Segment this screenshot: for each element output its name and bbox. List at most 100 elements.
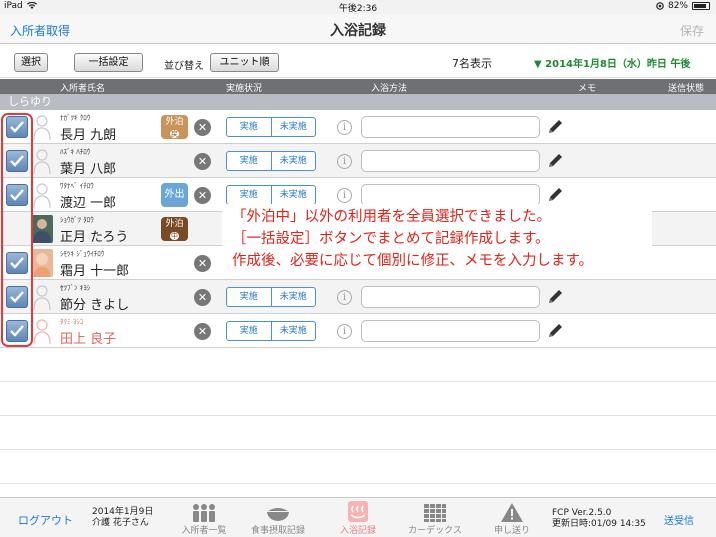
not-done-option[interactable]: 未実施 bbox=[270, 152, 316, 170]
column-memo: メモ bbox=[578, 84, 597, 94]
memo-input[interactable] bbox=[361, 116, 540, 138]
warning-icon bbox=[501, 503, 523, 522]
badge-label: 外泊 bbox=[165, 117, 184, 127]
not-done-option[interactable]: 未実施 bbox=[270, 322, 316, 340]
not-done-option[interactable]: 未実施 bbox=[270, 186, 316, 204]
column-status: 実施状況 bbox=[226, 84, 263, 94]
resident-list: ﾅｶﾞﾂｷ ｸﾛｳ 長月 九朗 外泊戻 ✕ 実施 未実施 i ﾊｽﾞｷ ﾊﾁﾛｳ … bbox=[0, 110, 716, 518]
clear-icon[interactable]: ✕ bbox=[194, 187, 211, 204]
resident-kana: ｼｮｳｶﾞﾂ ﾀﾛｳ bbox=[60, 216, 94, 224]
empty-row bbox=[0, 450, 716, 484]
save-button[interactable]: 保存 bbox=[680, 22, 704, 39]
tab-resident-list[interactable]: 入所者一覧 bbox=[172, 501, 236, 536]
pencil-icon[interactable] bbox=[546, 118, 564, 136]
clear-icon[interactable]: ✕ bbox=[194, 255, 211, 272]
bulk-setting-button[interactable]: 一括設定 bbox=[74, 53, 143, 72]
tab-handover[interactable]: 申し送り bbox=[480, 501, 544, 536]
memo-input[interactable] bbox=[361, 286, 540, 308]
done-option[interactable]: 実施 bbox=[227, 152, 271, 170]
info-icon[interactable]: i bbox=[337, 188, 352, 203]
battery-icon bbox=[692, 2, 710, 10]
people-icon bbox=[193, 504, 215, 522]
status-badge: 外泊中 bbox=[161, 217, 188, 241]
table-row: ﾊｽﾞｷ ﾊﾁﾛｳ 葉月 八郎 ✕ 実施 未実施 i bbox=[0, 144, 716, 178]
memo-input[interactable] bbox=[361, 150, 540, 172]
info-icon[interactable]: i bbox=[337, 120, 352, 135]
bottom-tab-bar: ログアウト 2014年1月9日 介護 花子さん 入所者一覧 食事摂取記録 入浴記… bbox=[0, 497, 716, 537]
memo-input[interactable] bbox=[361, 184, 540, 206]
resident-kana: ﾅｶﾞﾂｷ ｸﾛｳ bbox=[60, 114, 91, 122]
info-icon[interactable]: i bbox=[337, 290, 352, 305]
column-method: 入浴方法 bbox=[371, 84, 408, 94]
status-segment[interactable]: 実施未実施 bbox=[226, 287, 316, 307]
pencil-icon[interactable] bbox=[546, 152, 564, 170]
avatar-placeholder-icon bbox=[33, 285, 51, 311]
group-header: しらゆり bbox=[0, 94, 716, 110]
table-row: ﾅｶﾞﾂｷ ｸﾛｳ 長月 九朗 外泊戻 ✕ 実施 未実施 i bbox=[0, 110, 716, 144]
version-info: FCP Ver.2.5.0 更新日時:01/09 14:35 bbox=[552, 508, 646, 530]
tab-label: 食事摂取記録 bbox=[250, 526, 305, 536]
status-segment[interactable]: 実施未実施 bbox=[226, 185, 316, 205]
sync-button[interactable]: 送受信 bbox=[664, 512, 694, 527]
pencil-icon[interactable] bbox=[546, 322, 564, 340]
status-segment[interactable]: 実施未実施 bbox=[226, 151, 316, 171]
unit-order-button[interactable]: ユニット順 bbox=[210, 53, 279, 72]
status-badge: 外出 bbox=[161, 183, 188, 207]
avatar-placeholder-icon bbox=[33, 149, 51, 175]
column-header: 入所者氏名 実施状況 入浴方法 メモ 送信状態 bbox=[0, 79, 716, 94]
done-option[interactable]: 実施 bbox=[227, 288, 271, 306]
avatar-placeholder-icon bbox=[33, 183, 51, 209]
display-count: 7名表示 bbox=[452, 57, 492, 70]
done-option[interactable]: 実施 bbox=[227, 322, 271, 340]
logout-button[interactable]: ログアウト bbox=[18, 512, 73, 528]
updated-time: 更新日時:01/09 14:35 bbox=[552, 519, 646, 529]
not-done-option[interactable]: 未実施 bbox=[270, 118, 316, 136]
location-icon bbox=[656, 2, 664, 10]
clear-icon[interactable]: ✕ bbox=[194, 289, 211, 306]
tab-label: 入所者一覧 bbox=[181, 526, 227, 536]
clear-icon[interactable]: ✕ bbox=[194, 119, 211, 136]
status-segment[interactable]: 実施未実施 bbox=[226, 117, 316, 137]
grid-icon bbox=[424, 504, 446, 522]
date-selector[interactable]: ▼ 2014年1月8日（水）昨日 午後 bbox=[534, 55, 690, 70]
user-name: 介護 花子さん bbox=[92, 518, 149, 528]
empty-row bbox=[0, 416, 716, 450]
info-icon[interactable]: i bbox=[337, 324, 352, 339]
clear-icon[interactable]: ✕ bbox=[194, 323, 211, 340]
annotation-callout: 「外泊中」以外の利用者を全員選択できました。 ［一括設定］ボタンでまとめて記録作… bbox=[222, 204, 652, 274]
pencil-icon[interactable] bbox=[546, 288, 564, 306]
pencil-icon[interactable] bbox=[546, 186, 564, 204]
resident-photo bbox=[31, 215, 53, 243]
tab-kardex[interactable]: カーデックス bbox=[403, 501, 467, 536]
navigation-bar: 入所者取得 入浴記録 保存 bbox=[0, 14, 716, 44]
table-row: ﾀｸﾐ ﾖｼｺ 田上 良子 ✕ 実施 未実施 i bbox=[0, 314, 716, 348]
clear-icon[interactable]: ✕ bbox=[194, 153, 211, 170]
resident-kana: ﾊｽﾞｷ ﾊﾁﾛｳ bbox=[60, 148, 91, 156]
hot-spring-icon bbox=[348, 501, 368, 522]
battery-percent: 82% bbox=[667, 1, 688, 11]
done-option[interactable]: 実施 bbox=[227, 118, 271, 136]
tab-bath-record[interactable]: 入浴記録 bbox=[326, 501, 390, 536]
callout-line: ［一括設定］ボタンでまとめて記録作成します。 bbox=[232, 231, 550, 247]
avatar-placeholder-icon bbox=[33, 319, 51, 345]
toolbar: 選択 一括設定 並び替え ユニット順 7名表示 ▼ 2014年1月8日（水）昨日… bbox=[0, 45, 716, 78]
tab-label: 申し送り bbox=[493, 526, 530, 536]
tab-label: 入浴記録 bbox=[339, 526, 376, 536]
resident-kana: ｾﾂﾌﾞﾝ ｷﾖｼ bbox=[60, 284, 91, 292]
person-photo-icon bbox=[33, 219, 51, 243]
resident-kana: ｼﾓﾂｷ ｼﾞｭｳｲﾁﾛｳ bbox=[60, 250, 105, 258]
resident-name: 田上 良子 bbox=[60, 332, 117, 347]
tab-meal-record[interactable]: 食事摂取記録 bbox=[246, 501, 310, 536]
memo-input[interactable] bbox=[361, 320, 540, 342]
not-done-option[interactable]: 未実施 bbox=[270, 288, 316, 306]
info-icon[interactable]: i bbox=[337, 154, 352, 169]
resident-photo bbox=[31, 249, 53, 277]
person-photo-icon bbox=[34, 253, 50, 277]
column-send-status: 送信状態 bbox=[668, 84, 705, 94]
highlight-frame bbox=[1, 113, 33, 347]
select-button[interactable]: 選択 bbox=[14, 53, 48, 72]
status-badge: 外泊戻 bbox=[161, 115, 188, 139]
table-row: ｾﾂﾌﾞﾝ ｷﾖｼ 節分 きよし ✕ 実施 未実施 i bbox=[0, 280, 716, 314]
done-option[interactable]: 実施 bbox=[227, 186, 271, 204]
status-segment[interactable]: 実施未実施 bbox=[226, 321, 316, 341]
